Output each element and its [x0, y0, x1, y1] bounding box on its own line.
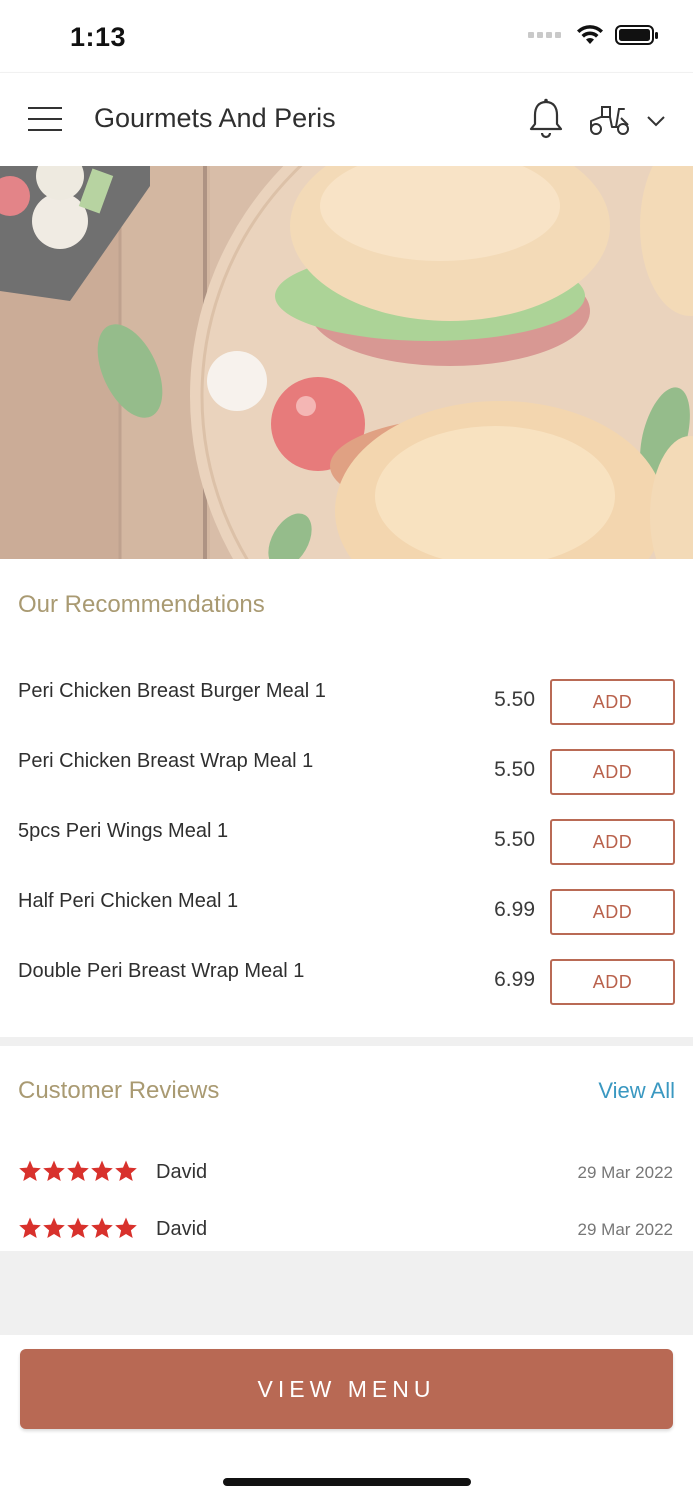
list-item: Double Peri Breast Wrap Meal 1 6.99 ADD [0, 940, 693, 1010]
star-icon [43, 1160, 65, 1181]
item-price: 5.50 [494, 688, 535, 711]
delivery-scooter-icon[interactable] [588, 101, 632, 139]
star-icon [115, 1217, 137, 1238]
reviewer-name: David [156, 1218, 208, 1240]
status-time: 1:13 [70, 22, 127, 52]
hamburger-menu-icon[interactable] [28, 107, 64, 133]
bell-icon[interactable] [526, 97, 566, 141]
add-button[interactable]: ADD [550, 889, 675, 935]
item-name: Peri Chicken Breast Wrap Meal 1 [18, 750, 314, 772]
recommendations-title: Our Recommendations [18, 591, 265, 618]
review-date: 29 Mar 2022 [577, 1163, 673, 1182]
review-row: David 29 Mar 2022 [0, 1212, 693, 1252]
home-indicator[interactable] [223, 1478, 471, 1486]
status-icons [528, 24, 659, 46]
item-name: 5pcs Peri Wings Meal 1 [18, 820, 229, 842]
review-row: David 29 Mar 2022 [0, 1155, 693, 1195]
restaurant-title: Gourmets And Peris [94, 103, 336, 133]
add-button[interactable]: ADD [550, 819, 675, 865]
status-bar: 1:13 [0, 0, 693, 72]
list-item: Peri Chicken Breast Burger Meal 1 5.50 A… [0, 660, 693, 730]
item-name: Double Peri Breast Wrap Meal 1 [18, 960, 305, 982]
item-name: Half Peri Chicken Meal 1 [18, 890, 239, 912]
star-icon [67, 1160, 89, 1181]
reviewer-name: David [156, 1161, 208, 1183]
app-header: Gourmets And Peris [0, 72, 693, 166]
review-date: 29 Mar 2022 [577, 1220, 673, 1239]
list-item: Peri Chicken Breast Wrap Meal 1 5.50 ADD [0, 730, 693, 800]
add-button[interactable]: ADD [550, 749, 675, 795]
add-button[interactable]: ADD [550, 959, 675, 1005]
star-icon [19, 1160, 41, 1181]
item-price: 6.99 [494, 898, 535, 921]
item-price: 5.50 [494, 758, 535, 781]
hero-food-image [0, 166, 693, 559]
star-rating [18, 1216, 138, 1240]
item-price: 6.99 [494, 968, 535, 991]
star-icon [91, 1160, 113, 1181]
star-icon [43, 1217, 65, 1238]
add-button[interactable]: ADD [550, 679, 675, 725]
list-item: Half Peri Chicken Meal 1 6.99 ADD [0, 870, 693, 940]
section-divider [0, 1037, 693, 1046]
wifi-icon [577, 25, 603, 44]
list-item: 5pcs Peri Wings Meal 1 5.50 ADD [0, 800, 693, 870]
star-icon [67, 1217, 89, 1238]
battery-icon [615, 25, 658, 45]
star-icon [19, 1217, 41, 1238]
chevron-down-icon[interactable] [645, 113, 667, 129]
item-name: Peri Chicken Breast Burger Meal 1 [18, 680, 326, 702]
signal-icon [528, 32, 561, 38]
spacer-area [0, 1251, 693, 1335]
star-icon [91, 1217, 113, 1238]
star-rating [18, 1159, 138, 1183]
item-price: 5.50 [494, 828, 535, 851]
star-icon [115, 1160, 137, 1181]
reviews-title: Customer Reviews [18, 1077, 220, 1104]
view-all-link[interactable]: View All [598, 1078, 675, 1104]
view-menu-button[interactable]: VIEW MENU [20, 1349, 673, 1429]
